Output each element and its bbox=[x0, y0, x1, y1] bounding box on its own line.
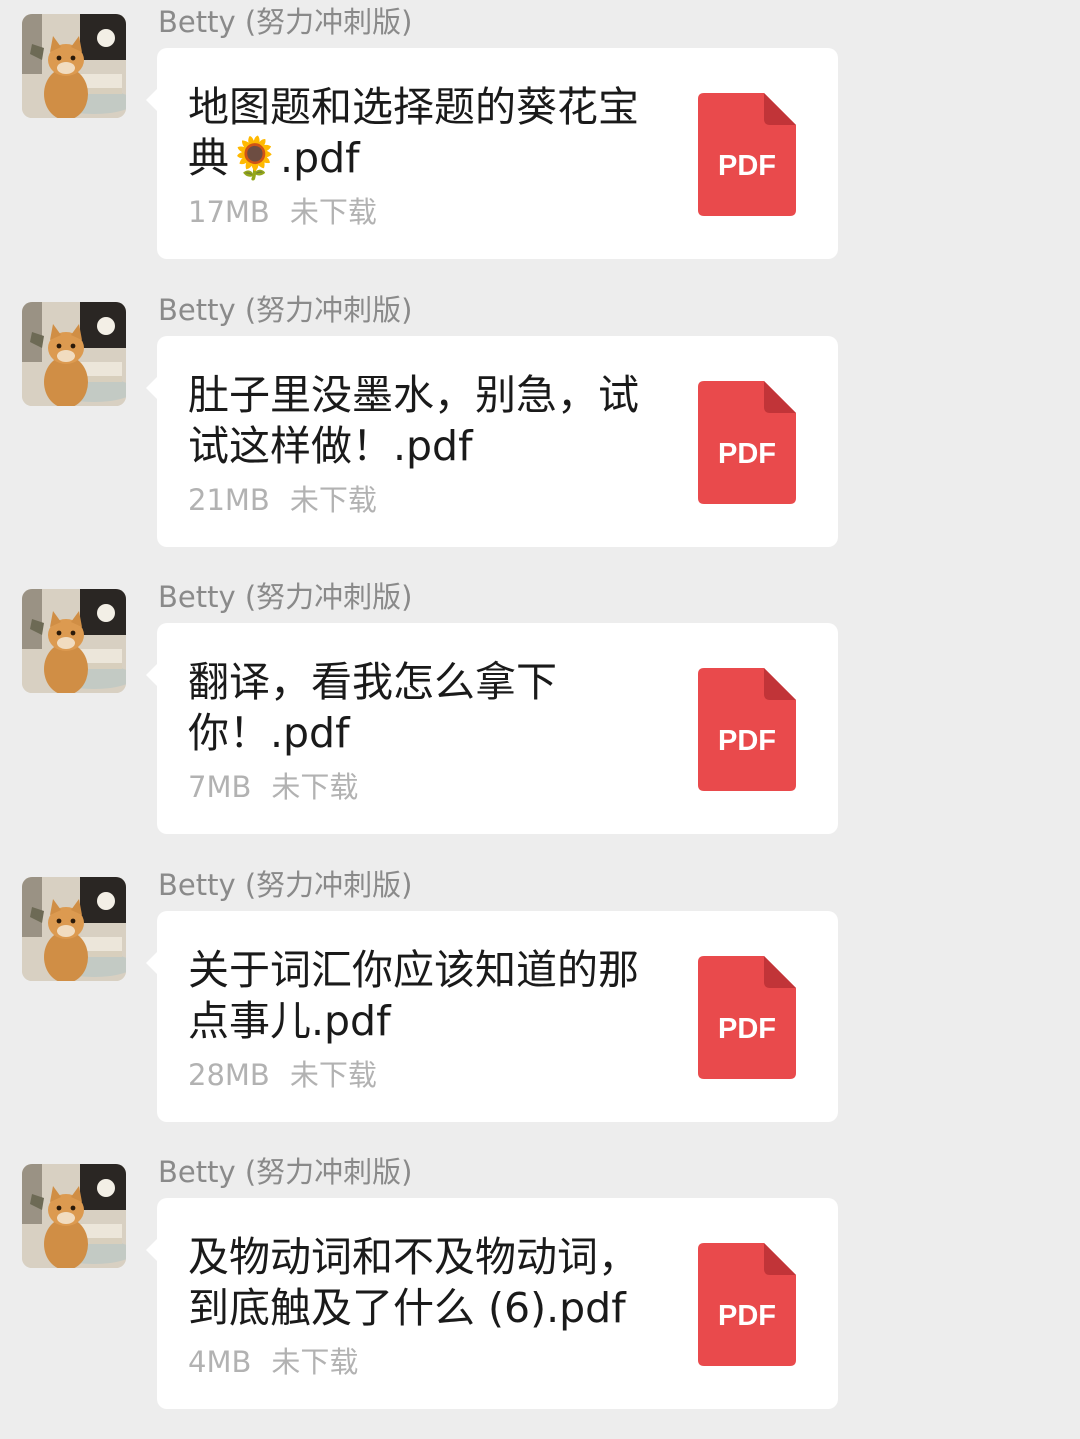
pdf-file-icon: PDF bbox=[698, 956, 796, 1079]
file-name: 关于词汇你应该知道的那点事儿.pdf bbox=[188, 946, 639, 1045]
file-size: 21MB bbox=[188, 483, 270, 517]
sender-name: Betty (努力冲刺版) bbox=[158, 293, 413, 327]
sender-avatar[interactable] bbox=[22, 877, 126, 981]
download-status: 未下载 bbox=[289, 1058, 377, 1092]
sender-name: Betty (努力冲刺版) bbox=[158, 580, 413, 614]
sender-name: Betty (努力冲刺版) bbox=[158, 1155, 413, 1189]
file-name: 肚子里没墨水，别急，试试这样做！.pdf bbox=[188, 371, 639, 470]
file-meta: 7MB 未下载 bbox=[188, 769, 358, 805]
file-meta: 21MB 未下载 bbox=[188, 482, 377, 518]
sender-avatar[interactable] bbox=[22, 589, 126, 693]
chat-message-list[interactable]: Betty (努力冲刺版) 地图题和选择题的葵花宝典🌻.pdf 17MB 未下载 … bbox=[0, 0, 1080, 1439]
cat-avatar-icon bbox=[22, 302, 126, 406]
download-status: 未下载 bbox=[289, 483, 377, 517]
pdf-file-icon: PDF bbox=[698, 93, 796, 216]
cat-avatar-icon bbox=[22, 877, 126, 981]
file-meta: 4MB 未下载 bbox=[188, 1344, 358, 1380]
pdf-label: PDF bbox=[718, 438, 776, 470]
bubble-tail bbox=[146, 951, 158, 975]
message-row: Betty (努力冲刺版) 关于词汇你应该知道的那点事儿.pdf 28MB 未下载… bbox=[0, 863, 1080, 1150]
sender-name: Betty (努力冲刺版) bbox=[158, 868, 413, 902]
file-message-bubble[interactable]: 翻译，看我怎么拿下你！.pdf 7MB 未下载 PDF bbox=[146, 623, 838, 834]
sender-avatar[interactable] bbox=[22, 14, 126, 118]
file-meta: 17MB 未下载 bbox=[188, 194, 377, 230]
pdf-file-icon: PDF bbox=[698, 1243, 796, 1366]
file-name: 翻译，看我怎么拿下你！.pdf bbox=[188, 658, 557, 757]
file-size: 4MB bbox=[188, 1345, 252, 1379]
pdf-label: PDF bbox=[718, 1013, 776, 1045]
sender-avatar[interactable] bbox=[22, 302, 126, 406]
file-name: 及物动词和不及物动词，到底触及了什么 (6).pdf bbox=[188, 1233, 639, 1332]
message-row: Betty (努力冲刺版) 肚子里没墨水，别急，试试这样做！.pdf 21MB 未… bbox=[0, 288, 1080, 575]
bubble-tail bbox=[146, 663, 158, 687]
file-message-bubble[interactable]: 肚子里没墨水，别急，试试这样做！.pdf 21MB 未下载 PDF bbox=[146, 336, 838, 547]
download-status: 未下载 bbox=[271, 770, 359, 804]
file-meta: 28MB 未下载 bbox=[188, 1057, 377, 1093]
file-message-bubble[interactable]: 及物动词和不及物动词，到底触及了什么 (6).pdf 4MB 未下载 PDF bbox=[146, 1198, 838, 1409]
bubble-tail bbox=[146, 376, 158, 400]
file-size: 28MB bbox=[188, 1058, 270, 1092]
download-status: 未下载 bbox=[271, 1345, 359, 1379]
pdf-label: PDF bbox=[718, 725, 776, 757]
sender-avatar[interactable] bbox=[22, 1164, 126, 1268]
message-row: Betty (努力冲刺版) 及物动词和不及物动词，到底触及了什么 (6).pdf… bbox=[0, 1150, 1080, 1437]
pdf-file-icon: PDF bbox=[698, 381, 796, 504]
pdf-file-icon: PDF bbox=[698, 668, 796, 791]
message-row: Betty (努力冲刺版) 翻译，看我怎么拿下你！.pdf 7MB 未下载 PDF bbox=[0, 575, 1080, 862]
file-name: 地图题和选择题的葵花宝典🌻.pdf bbox=[188, 83, 639, 182]
file-message-bubble[interactable]: 关于词汇你应该知道的那点事儿.pdf 28MB 未下载 PDF bbox=[146, 911, 838, 1122]
pdf-label: PDF bbox=[718, 1300, 776, 1332]
cat-avatar-icon bbox=[22, 14, 126, 118]
bubble-tail bbox=[146, 1238, 158, 1262]
bubble-tail bbox=[146, 88, 158, 112]
message-row: Betty (努力冲刺版) 地图题和选择题的葵花宝典🌻.pdf 17MB 未下载 … bbox=[0, 0, 1080, 287]
pdf-label: PDF bbox=[718, 150, 776, 182]
cat-avatar-icon bbox=[22, 1164, 126, 1268]
file-size: 7MB bbox=[188, 770, 252, 804]
download-status: 未下载 bbox=[289, 195, 377, 229]
sender-name: Betty (努力冲刺版) bbox=[158, 5, 413, 39]
cat-avatar-icon bbox=[22, 589, 126, 693]
file-message-bubble[interactable]: 地图题和选择题的葵花宝典🌻.pdf 17MB 未下载 PDF bbox=[146, 48, 838, 259]
file-size: 17MB bbox=[188, 195, 270, 229]
